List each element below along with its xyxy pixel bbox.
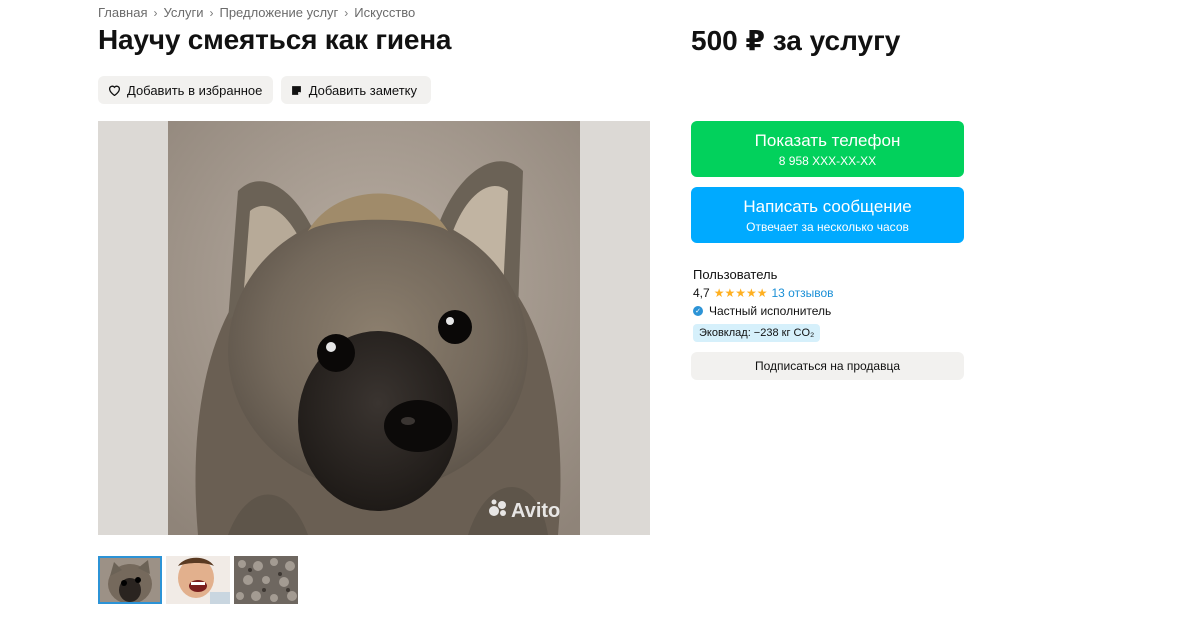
chevron-right-icon: ›: [209, 5, 214, 20]
breadcrumb-home[interactable]: Главная: [98, 5, 147, 20]
thumbnail-laughing-person-image: [166, 556, 230, 604]
write-message-label: Написать сообщение: [743, 196, 912, 216]
seller-type-label: Частный исполнитель: [709, 304, 832, 318]
thumbnail-laughing-person[interactable]: [166, 556, 230, 604]
breadcrumb-services[interactable]: Услуги: [163, 5, 203, 20]
star-rating-icon: ★★★★★: [713, 286, 768, 300]
photo-gallery[interactable]: Avito: [98, 121, 650, 535]
subscribe-seller-button[interactable]: Подписаться на продавца: [691, 352, 964, 380]
heart-icon: [108, 83, 121, 97]
add-note-label: Добавить заметку: [308, 82, 417, 98]
breadcrumb: Главная › Услуги › Предложение услуг › И…: [98, 5, 415, 20]
thumbnail-pattern[interactable]: [234, 556, 298, 604]
avito-logo-icon: [488, 499, 508, 523]
chevron-right-icon: ›: [153, 5, 158, 20]
eco-badge[interactable]: Эковклад: −238 кг CO₂: [693, 324, 821, 342]
seller-name[interactable]: Пользователь: [693, 267, 834, 282]
thumbnail-strip: [98, 556, 298, 604]
page-title: Научу смеяться как гиена: [98, 24, 452, 55]
hyena-photo: [168, 121, 580, 535]
add-note-button[interactable]: Добавить заметку: [281, 76, 431, 104]
breadcrumb-service-offers[interactable]: Предложение услуг: [219, 5, 338, 20]
seller-rating: 4,7 ★★★★★ 13 отзывов: [693, 286, 834, 300]
show-phone-button[interactable]: Показать телефон 8 958 XXX-XX-XX: [691, 121, 964, 177]
add-to-favorites-label: Добавить в избранное: [127, 82, 263, 98]
reviews-link[interactable]: 13 отзывов: [771, 286, 833, 300]
rating-value: 4,7: [693, 286, 710, 300]
price: 500 ₽ за услугу: [691, 25, 901, 56]
check-circle-icon: ✓: [693, 306, 703, 316]
response-time: Отвечает за несколько часов: [746, 219, 909, 234]
thumbnail-pattern-image: [234, 556, 298, 604]
breadcrumb-art[interactable]: Искусство: [354, 5, 415, 20]
show-phone-label: Показать телефон: [754, 130, 901, 150]
gallery-blur-right: [580, 121, 650, 535]
avito-watermark-text: Avito: [511, 499, 561, 522]
gallery-blur-left: [98, 121, 168, 535]
thumbnail-hyena[interactable]: [98, 556, 162, 604]
phone-number: 8 958 XXX-XX-XX: [778, 153, 877, 168]
write-message-button[interactable]: Написать сообщение Отвечает за несколько…: [691, 187, 964, 243]
add-to-favorites-button[interactable]: Добавить в избранное: [98, 76, 273, 104]
thumbnail-hyena-image: [98, 556, 162, 604]
seller-info: Пользователь 4,7 ★★★★★ 13 отзывов ✓ Част…: [693, 267, 834, 342]
chevron-right-icon: ›: [344, 5, 349, 20]
note-icon: [291, 83, 303, 97]
avito-watermark: Avito: [488, 499, 560, 523]
seller-type: ✓ Частный исполнитель: [693, 304, 834, 318]
